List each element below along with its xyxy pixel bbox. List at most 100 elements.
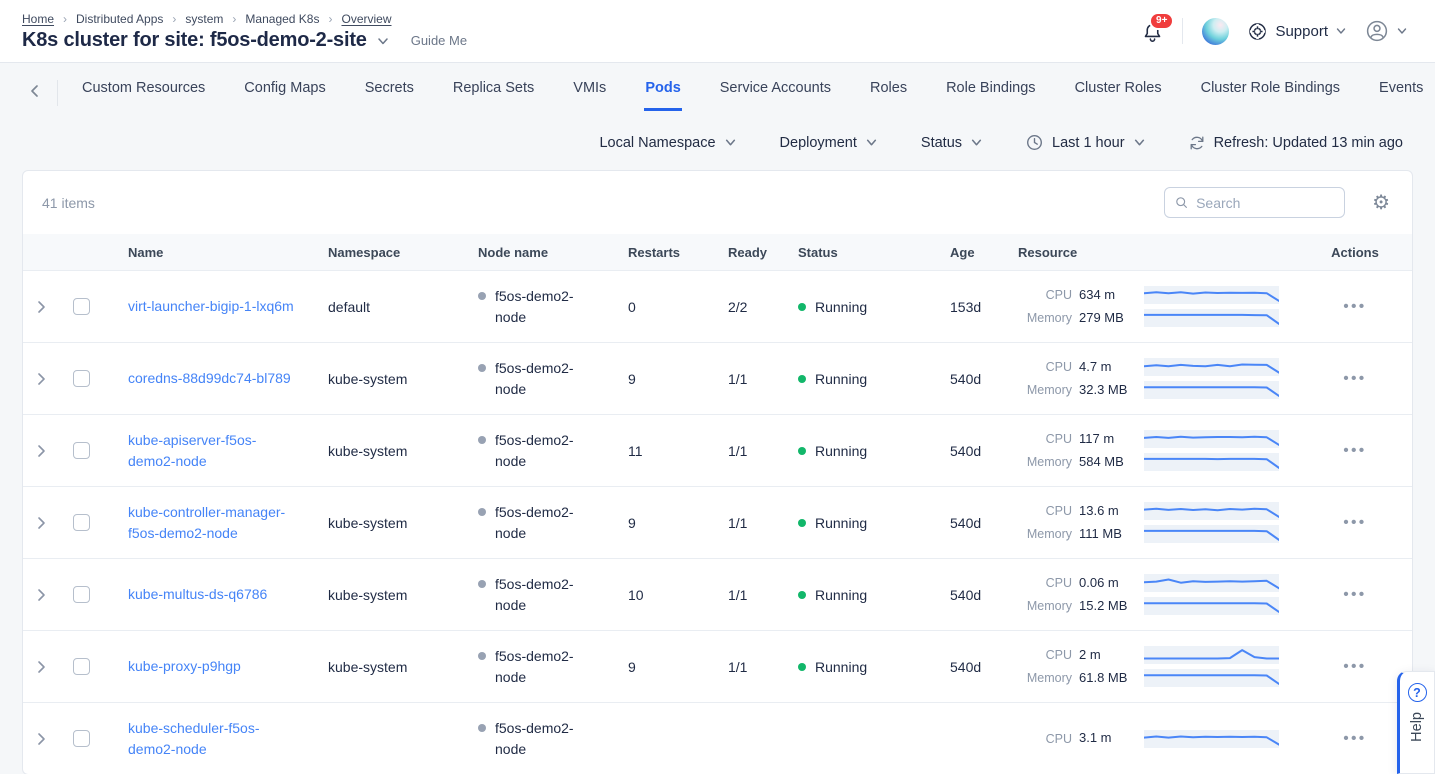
row-expand-chevron-icon[interactable] [30, 511, 52, 535]
row-actions-button[interactable]: ••• [1337, 654, 1372, 679]
column-header-node-name: Node name [478, 245, 628, 260]
row-checkbox[interactable] [73, 514, 90, 531]
breadcrumb-item[interactable]: Home [22, 12, 54, 26]
pod-name-link[interactable]: kube-controller-manager-f5os-demo2-node [103, 502, 313, 544]
cpu-label: CPU [1018, 288, 1072, 302]
row-expand-chevron-icon[interactable] [30, 367, 52, 391]
status-running-dot-icon [798, 519, 806, 527]
cpu-label: CPU [1018, 732, 1072, 746]
breadcrumb-item[interactable]: Overview [341, 12, 391, 26]
resource-cell: CPU 0.06 m Memory 15.2 MB [1018, 574, 1298, 615]
row-actions-button[interactable]: ••• [1337, 510, 1372, 535]
namespace-cell: default [328, 299, 478, 315]
filter-status-label: Status [921, 135, 962, 151]
refresh-icon [1189, 135, 1205, 151]
row-actions-button[interactable]: ••• [1337, 366, 1372, 391]
support-menu[interactable]: Support [1248, 22, 1346, 41]
breadcrumb: Home›Distributed Apps›system›Managed K8s… [22, 12, 467, 26]
cpu-value: 13.6 m [1079, 502, 1137, 520]
breadcrumb-item[interactable]: Managed K8s [245, 12, 319, 26]
namespace-cell: kube-system [328, 587, 478, 603]
column-header-age: Age [950, 245, 1018, 260]
items-count: 41 items [42, 195, 95, 211]
table-settings-gear-icon[interactable]: ⚙ [1372, 193, 1390, 213]
breadcrumb-item[interactable]: system [185, 12, 223, 26]
search-box[interactable] [1164, 187, 1345, 218]
pod-name-link[interactable]: kube-proxy-p9hgp [103, 656, 313, 677]
guide-me-link[interactable]: Guide Me [411, 33, 467, 48]
tab-cluster-roles[interactable]: Cluster Roles [1074, 80, 1163, 111]
memory-label: Memory [1018, 311, 1072, 325]
row-checkbox[interactable] [73, 730, 90, 747]
row-actions-button[interactable]: ••• [1337, 294, 1372, 319]
restarts-cell: 10 [628, 587, 728, 603]
age-cell: 540d [950, 371, 1018, 387]
filter-time-range[interactable]: Last 1 hour [1026, 134, 1145, 151]
refresh-button[interactable]: Refresh: Updated 13 min ago [1189, 135, 1403, 151]
node-dot-icon [478, 724, 486, 732]
node-name-cell: f5os-demo2-node [478, 430, 628, 472]
memory-sparkline-chart [1144, 525, 1279, 543]
pod-name-link[interactable]: kube-apiserver-f5os-demo2-node [103, 430, 313, 472]
table-row: virt-launcher-bigip-1-lxq6m default f5os… [23, 270, 1412, 342]
user-account-menu[interactable] [1365, 19, 1407, 43]
tabs-scroll-left-button[interactable] [28, 83, 42, 99]
table-toolbar: 41 items ⚙ [23, 171, 1412, 234]
tab-replica-sets[interactable]: Replica Sets [452, 80, 535, 111]
tab-roles[interactable]: Roles [869, 80, 908, 111]
restarts-cell: 9 [628, 515, 728, 531]
tab-role-bindings[interactable]: Role Bindings [945, 80, 1036, 111]
pod-name-link[interactable]: virt-launcher-bigip-1-lxq6m [103, 296, 313, 317]
row-expand-chevron-icon[interactable] [30, 439, 52, 463]
tab-cluster-role-bindings[interactable]: Cluster Role Bindings [1200, 80, 1341, 111]
ai-assistant-orb-icon[interactable] [1202, 18, 1229, 45]
filter-deployment[interactable]: Deployment [780, 135, 877, 151]
cpu-value: 4.7 m [1079, 358, 1137, 376]
cpu-sparkline-chart [1144, 286, 1279, 304]
ready-cell: 2/2 [728, 299, 798, 315]
tab-config-maps[interactable]: Config Maps [243, 80, 326, 111]
row-expand-chevron-icon[interactable] [30, 655, 52, 679]
age-cell: 540d [950, 515, 1018, 531]
table-row: kube-apiserver-f5os-demo2-node kube-syst… [23, 414, 1412, 486]
row-expand-chevron-icon[interactable] [30, 295, 52, 319]
support-label: Support [1275, 23, 1328, 40]
tab-custom-resources[interactable]: Custom Resources [81, 80, 206, 111]
title-chevron-down-icon[interactable] [377, 35, 389, 47]
row-checkbox[interactable] [73, 442, 90, 459]
row-actions-button[interactable]: ••• [1337, 438, 1372, 463]
help-tab[interactable]: ? Help [1397, 671, 1435, 774]
row-checkbox[interactable] [73, 298, 90, 315]
status-running-dot-icon [798, 375, 806, 383]
memory-label: Memory [1018, 671, 1072, 685]
row-expand-chevron-icon[interactable] [30, 727, 52, 751]
pod-name-link[interactable]: kube-multus-ds-q6786 [103, 584, 313, 605]
namespace-cell: kube-system [328, 659, 478, 675]
tab-vmis[interactable]: VMIs [572, 80, 607, 111]
search-input[interactable] [1196, 195, 1334, 211]
filter-status[interactable]: Status [921, 135, 982, 151]
row-expand-chevron-icon[interactable] [30, 583, 52, 607]
filter-local-namespace[interactable]: Local Namespace [599, 135, 735, 151]
row-checkbox[interactable] [73, 586, 90, 603]
tab-pods[interactable]: Pods [644, 80, 681, 111]
row-checkbox[interactable] [73, 658, 90, 675]
row-checkbox[interactable] [73, 370, 90, 387]
row-actions-button[interactable]: ••• [1337, 582, 1372, 607]
pod-name-link[interactable]: kube-scheduler-f5os-demo2-node [103, 718, 313, 760]
row-actions-button[interactable]: ••• [1337, 726, 1372, 751]
tab-secrets[interactable]: Secrets [364, 80, 415, 111]
filter-time-range-label: Last 1 hour [1052, 135, 1125, 151]
breadcrumb-item[interactable]: Distributed Apps [76, 12, 163, 26]
page-header: Home›Distributed Apps›system›Managed K8s… [0, 0, 1435, 63]
notifications-bell-icon[interactable]: 9+ [1142, 19, 1163, 44]
namespace-cell: kube-system [328, 443, 478, 459]
node-name-cell: f5os-demo2-node [478, 646, 628, 688]
cpu-sparkline-chart [1144, 574, 1279, 592]
filter-bar: Local Namespace Deployment Status Last 1… [0, 111, 1435, 151]
tab-service-accounts[interactable]: Service Accounts [719, 80, 832, 111]
tab-events[interactable]: Events [1378, 80, 1424, 111]
pod-name-link[interactable]: coredns-88d99dc74-bl789 [103, 368, 313, 389]
node-name-cell: f5os-demo2-node [478, 502, 628, 544]
chevron-down-icon [1397, 26, 1407, 36]
